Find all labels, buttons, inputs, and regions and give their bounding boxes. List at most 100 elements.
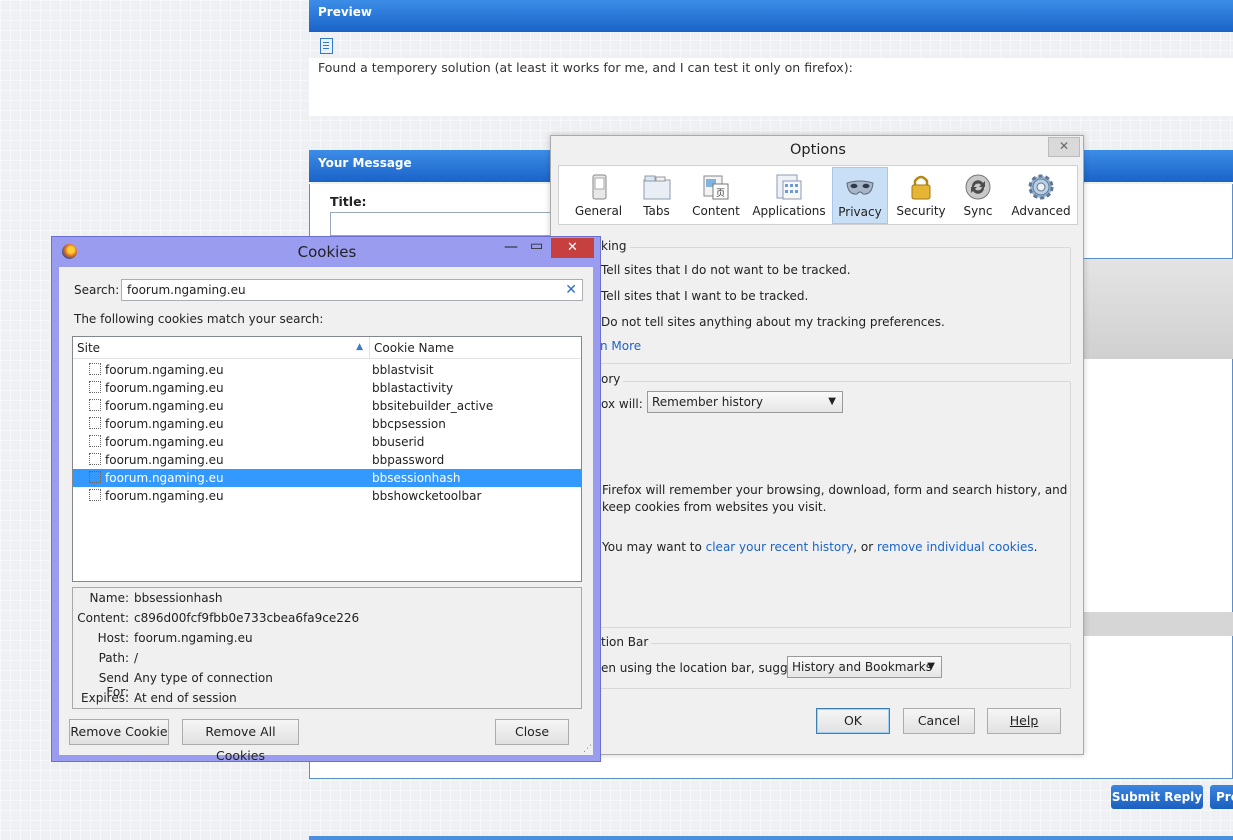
editor-toolbar-area bbox=[1080, 258, 1233, 359]
close-icon[interactable]: ✕ bbox=[551, 238, 594, 258]
help-button-label: Help bbox=[1009, 713, 1039, 728]
cookie-site: foorum.ngaming.eu bbox=[105, 435, 224, 449]
tab-advanced[interactable]: Advanced bbox=[1008, 167, 1074, 224]
preview-post-button[interactable]: Pre bbox=[1210, 785, 1233, 809]
history-may-want: You may want to clear your recent histor… bbox=[602, 540, 1037, 554]
cookie-row[interactable]: foorum.ngaming.eu bbcpsession bbox=[73, 415, 581, 433]
row-focus-box bbox=[89, 435, 101, 447]
forum-bottom-bar bbox=[309, 836, 1233, 840]
ok-button[interactable]: OK bbox=[816, 708, 890, 734]
remove-cookie-button[interactable]: Remove Cookie bbox=[69, 719, 169, 745]
cookie-row[interactable]: foorum.ngaming.eu bbuserid bbox=[73, 433, 581, 451]
svg-text:页: 页 bbox=[716, 188, 725, 199]
close-button[interactable]: Close bbox=[495, 719, 569, 745]
cookie-site: foorum.ngaming.eu bbox=[105, 471, 224, 485]
privacy-mask-icon bbox=[846, 180, 874, 195]
cookie-row[interactable]: foorum.ngaming.eu bbshowcketoolbar bbox=[73, 487, 581, 505]
cookies-window: Cookies — ▭ ✕ Search: foorum.ngaming.eu ✕… bbox=[51, 236, 601, 763]
history-will-label: ox will: bbox=[601, 397, 643, 411]
your-message-title: Your Message bbox=[318, 156, 412, 170]
cookie-row[interactable]: foorum.ngaming.eu bbsessionhash bbox=[73, 469, 581, 487]
history-description-line1: Firefox will remember your browsing, dow… bbox=[602, 483, 1068, 497]
tab-content[interactable]: 页 Content bbox=[687, 167, 745, 224]
detail-name-value: bbsessionhash bbox=[134, 591, 223, 605]
maximize-icon[interactable]: ▭ bbox=[530, 238, 543, 254]
content-icon: 页 bbox=[703, 175, 729, 200]
search-value: foorum.ngaming.eu bbox=[127, 283, 246, 297]
tab-label: Content bbox=[692, 204, 740, 218]
preview-body: Found a temporery solution (at least it … bbox=[309, 38, 1233, 116]
cookie-row[interactable]: foorum.ngaming.eu bblastactivity bbox=[73, 379, 581, 397]
column-header-site[interactable]: Site ▲ bbox=[73, 337, 370, 359]
cookie-site: foorum.ngaming.eu bbox=[105, 417, 224, 431]
cookie-site: foorum.ngaming.eu bbox=[105, 399, 224, 413]
tab-label: Tabs bbox=[643, 204, 670, 218]
column-site-label: Site bbox=[77, 341, 101, 355]
sort-ascending-icon: ▲ bbox=[356, 342, 363, 352]
or-text: , or bbox=[853, 540, 877, 554]
tab-tabs[interactable]: Tabs bbox=[629, 167, 684, 224]
submit-reply-button[interactable]: Submit Reply bbox=[1111, 785, 1203, 809]
location-suggest-label: en using the location bar, suggest: bbox=[601, 661, 810, 675]
cookie-search-input[interactable]: foorum.ngaming.eu ✕ bbox=[121, 279, 583, 301]
detail-name-label: Name: bbox=[89, 591, 129, 605]
options-tab-bar: General Tabs 页 Content Applications Priv… bbox=[558, 165, 1078, 225]
detail-content-value: c896d00fcf9fbb0e733cbea6fa9ce226 bbox=[134, 611, 360, 625]
general-switch-icon bbox=[592, 174, 606, 200]
detail-expires-value: At end of session bbox=[134, 691, 237, 705]
period-text: . bbox=[1033, 540, 1038, 554]
row-focus-box bbox=[89, 381, 101, 393]
row-focus-box bbox=[89, 471, 101, 483]
cookie-row[interactable]: foorum.ngaming.eu bblastvisit bbox=[73, 361, 581, 379]
document-icon bbox=[320, 38, 333, 54]
tab-sync[interactable]: Sync bbox=[954, 167, 1002, 224]
tab-security[interactable]: Security bbox=[892, 167, 950, 224]
location-bar-group-title: tion Bar bbox=[598, 635, 652, 649]
cookie-site: foorum.ngaming.eu bbox=[105, 363, 224, 377]
minimize-icon[interactable]: — bbox=[504, 239, 518, 255]
may-want-text: You may want to bbox=[602, 540, 706, 554]
preview-title: Preview bbox=[318, 5, 373, 19]
row-focus-box bbox=[89, 417, 101, 429]
sync-icon bbox=[965, 174, 991, 200]
cookie-name: bblastactivity bbox=[372, 381, 454, 395]
row-focus-box bbox=[89, 489, 101, 501]
column-header-cookie-name[interactable]: Cookie Name bbox=[370, 337, 581, 359]
cookies-tree[interactable]: Site ▲ Cookie Name foorum.ngaming.eu bblas… bbox=[72, 336, 582, 582]
detail-path-label: Path: bbox=[98, 651, 129, 665]
tracking-option-do-not-track[interactable]: Tell sites that I do not want to be trac… bbox=[601, 263, 851, 277]
tab-general[interactable]: General bbox=[571, 167, 626, 224]
clear-history-link[interactable]: clear your recent history bbox=[706, 540, 854, 554]
location-suggest-value: History and Bookmarks bbox=[792, 660, 932, 674]
location-suggest-select[interactable]: History and Bookmarks ▼ bbox=[787, 656, 942, 678]
detail-expires-label: Expires: bbox=[81, 691, 129, 705]
tab-label: Advanced bbox=[1011, 204, 1071, 218]
gear-icon bbox=[1028, 174, 1054, 200]
privacy-pane: king Tell sites that I do not want to be… bbox=[558, 231, 1078, 741]
clear-search-icon[interactable]: ✕ bbox=[565, 280, 577, 300]
close-icon[interactable]: ✕ bbox=[1048, 137, 1080, 157]
resize-grip-icon[interactable]: ⋰ bbox=[583, 744, 592, 754]
cookie-name: bbshowcketoolbar bbox=[372, 489, 482, 503]
learn-more-link[interactable]: n More bbox=[600, 339, 641, 353]
remove-cookies-link[interactable]: remove individual cookies bbox=[877, 540, 1034, 554]
history-mode-select[interactable]: Remember history ▼ bbox=[647, 391, 843, 413]
tracking-option-track[interactable]: Tell sites that I want to be tracked. bbox=[601, 289, 808, 303]
history-description-line2: keep cookies from websites you visit. bbox=[602, 500, 827, 514]
history-mode-value: Remember history bbox=[652, 395, 763, 409]
tab-privacy[interactable]: Privacy bbox=[832, 167, 888, 224]
cancel-button[interactable]: Cancel bbox=[903, 708, 975, 734]
row-focus-box bbox=[89, 399, 101, 411]
tracking-group-title: king bbox=[598, 239, 630, 253]
tracking-option-no-preference[interactable]: Do not tell sites anything about my trac… bbox=[601, 315, 945, 329]
tab-label: Privacy bbox=[838, 205, 882, 219]
help-button[interactable]: Help bbox=[987, 708, 1061, 734]
tab-applications[interactable]: Applications bbox=[749, 167, 829, 224]
preview-text: Found a temporery solution (at least it … bbox=[318, 60, 853, 75]
remove-all-cookies-button[interactable]: Remove All Cookies bbox=[182, 719, 299, 763]
title-input[interactable] bbox=[330, 212, 560, 236]
cookie-row[interactable]: foorum.ngaming.eu bbpassword bbox=[73, 451, 581, 469]
detail-host-label: Host: bbox=[97, 631, 129, 645]
cookie-row[interactable]: foorum.ngaming.eu bbsitebuilder_active bbox=[73, 397, 581, 415]
tab-label: Sync bbox=[963, 204, 993, 218]
